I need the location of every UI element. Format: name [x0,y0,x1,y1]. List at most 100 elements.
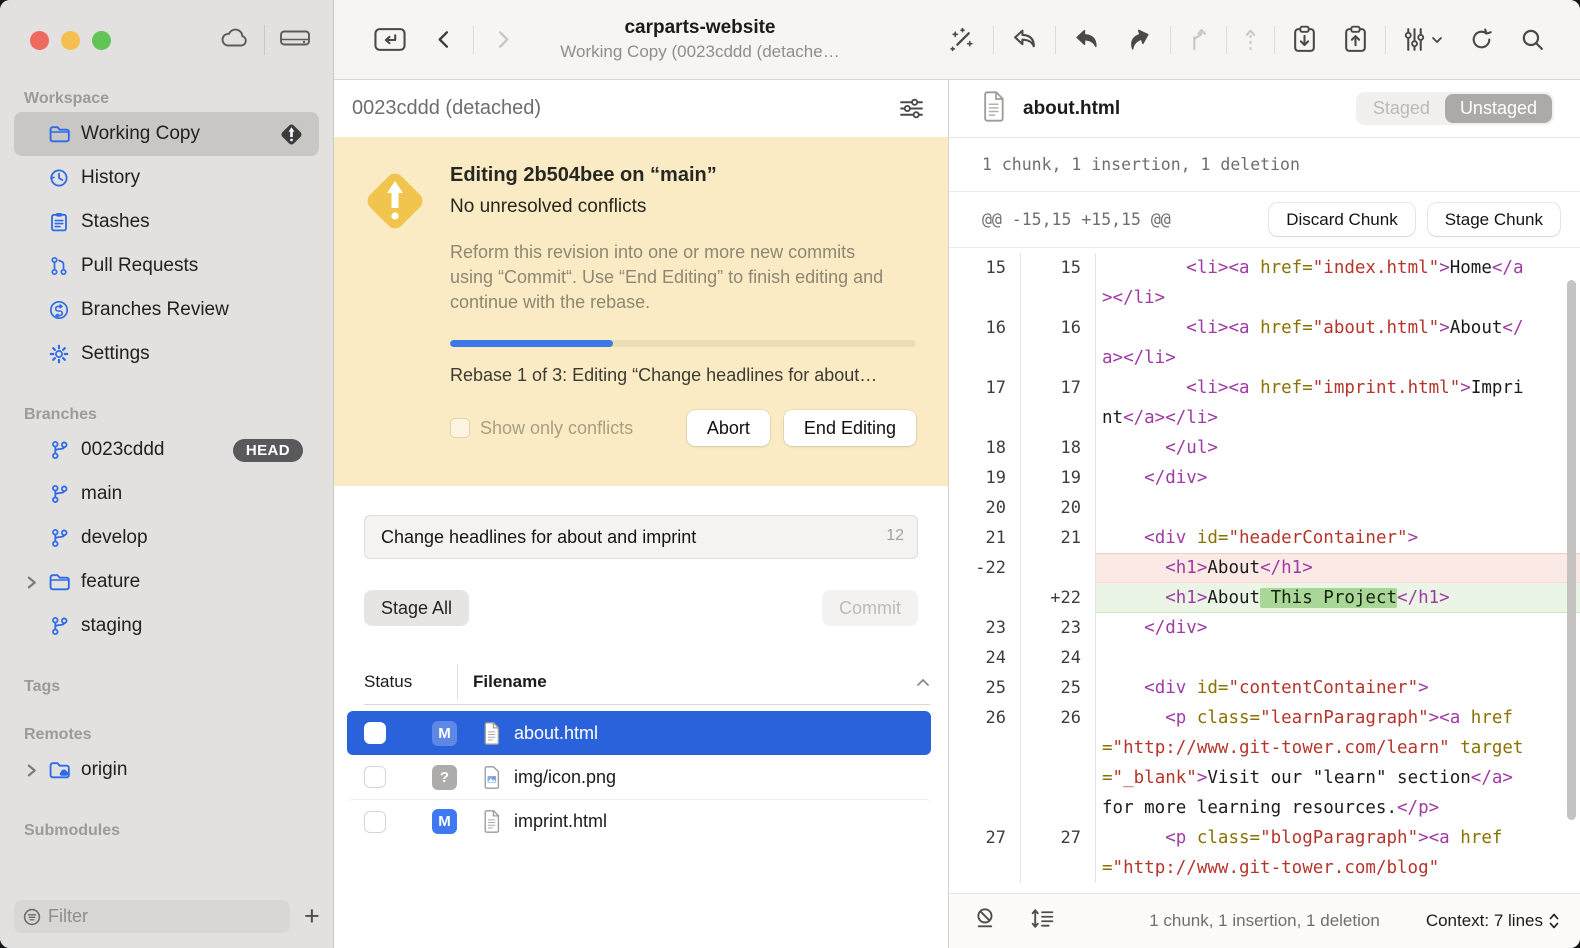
view-options-icon[interactable] [1390,26,1456,53]
chevron-right-icon[interactable] [26,576,37,589]
stage-checkbox[interactable] [364,811,386,833]
show-only-conflicts-checkbox[interactable] [450,418,470,438]
stage-checkbox[interactable] [364,766,386,788]
diff-row[interactable]: 2323 </div> [949,613,1580,643]
remote-name: origin [81,759,127,781]
sort-direction-icon[interactable] [916,678,930,687]
undo-icon[interactable] [1060,26,1113,53]
stage-all-button[interactable]: Stage All [364,590,469,626]
diff-row[interactable]: 1717 <li><a href="imprint.html">Imprint<… [949,373,1580,433]
filename-column-header[interactable]: Filename [473,672,547,692]
sidebar-item-branch-staging[interactable]: staging [14,604,319,648]
magic-wand-icon[interactable] [936,26,989,53]
cloud-services-icon[interactable] [218,27,250,54]
diff-row[interactable]: 2121 <div id="headerContainer"> [949,523,1580,553]
stage-chunk-button[interactable]: Stage Chunk [1428,203,1560,236]
main-area: carparts-website Working Copy (0023cddd … [334,0,1580,948]
close-window-button[interactable] [30,31,49,50]
forward-icon[interactable] [478,28,527,51]
rebase-warning-badge-icon [278,121,305,148]
diff-row[interactable]: -22 <h1>About</h1> [949,553,1580,583]
warning-diamond-icon [358,164,432,486]
old-line-number: 19 [949,463,1021,493]
working-copy-panel: 0023cddd (detached) Editing 2b504bee on … [334,80,949,948]
local-repositories-icon[interactable] [279,27,311,54]
old-line-number [949,583,1021,613]
new-line-number: 24 [1021,643,1096,673]
search-icon[interactable] [1507,27,1558,52]
sidebar-item-label: Working Copy [81,123,200,145]
line-spacing-icon[interactable] [1030,907,1055,935]
tab-unstaged[interactable]: Unstaged [1445,94,1552,123]
sidebar-item-pull-requests[interactable]: Pull Requests [14,244,319,288]
context-lines-control[interactable]: Context: 7 lines [1426,911,1560,931]
sidebar-item-branch-folder-feature[interactable]: feature [14,560,319,604]
folder-icon [48,573,70,591]
diff-row[interactable]: 2020 [949,493,1580,523]
new-line-number: 23 [1021,613,1096,643]
stash-icon [48,212,70,232]
diff-row[interactable]: 2525 <div id="contentContainer"> [949,673,1580,703]
image-file-icon [482,766,501,789]
sidebar-item-branch-main[interactable]: main [14,472,319,516]
end-editing-button[interactable]: End Editing [784,410,916,446]
diff-row[interactable]: 1515 <li><a href="index.html">Home</a></… [949,253,1580,313]
rebase-progress-bar [450,340,916,347]
old-line-number: 18 [949,433,1021,463]
old-line-number: -22 [949,553,1021,583]
sidebar-item-branches-review[interactable]: Branches Review [14,288,319,332]
sidebar-item-remote-origin[interactable]: origin [14,748,319,792]
diff-row[interactable]: 2626 <p class="learnParagraph"><a href="… [949,703,1580,823]
view-filter-icon[interactable] [899,98,924,119]
file-row-img-icon-png[interactable]: ? img/icon.png [347,755,931,799]
diff-row[interactable]: 2727 <p class="blogParagraph"><a href="h… [949,823,1580,883]
stash-save-icon[interactable] [1279,25,1330,54]
status-column-header[interactable]: Status [364,672,457,692]
scrollbar-thumb[interactable] [1567,280,1576,820]
old-line-number: 25 [949,673,1021,703]
filename: img/icon.png [514,767,616,788]
sidebar-item-settings[interactable]: Settings [14,332,319,376]
discard-icon[interactable] [998,26,1051,53]
filter-input[interactable] [14,900,290,933]
diff-row[interactable]: 1616 <li><a href="about.html">About</a><… [949,313,1580,373]
stash-apply-icon[interactable] [1330,25,1381,54]
fullscreen-window-button[interactable] [92,31,111,50]
divider [1226,26,1227,54]
redo-icon[interactable] [1113,26,1166,53]
old-line-number: 17 [949,373,1021,433]
repository-subtitle: Working Copy (0023cddd (detache… [545,42,855,62]
minimize-window-button[interactable] [61,31,80,50]
diff-row[interactable]: 1919 </div> [949,463,1580,493]
commit-message-input[interactable] [364,515,918,559]
file-row-about-html[interactable]: M about.html [347,711,931,755]
chevron-right-icon[interactable] [26,764,37,777]
stage-checkbox[interactable] [364,722,386,744]
file-row-imprint-html[interactable]: M imprint.html [347,799,931,843]
rebase-icon[interactable] [1231,26,1270,53]
diff-row[interactable]: +22 <h1>About This Project</h1> [949,583,1580,613]
refresh-icon[interactable] [1456,27,1507,52]
ignore-whitespace-icon[interactable] [975,907,998,935]
open-repository-icon[interactable] [360,26,420,53]
repository-title: carparts-website [545,17,855,39]
sidebar-item-branch-develop[interactable]: develop [14,516,319,560]
sidebar-item-branch-0023cddd[interactable]: 0023cddd HEAD [14,428,319,472]
old-line-number: 21 [949,523,1021,553]
sidebar-item-stashes[interactable]: Stashes [14,200,319,244]
new-line-number: 25 [1021,673,1096,703]
status-badge: M [432,721,457,746]
abort-button[interactable]: Abort [687,410,770,446]
branch-folder-name: feature [81,571,140,593]
discard-chunk-button[interactable]: Discard Chunk [1269,203,1415,236]
merge-icon[interactable] [1175,26,1222,53]
diff-panel: about.html Staged Unstaged 1 chunk, 1 in… [949,80,1580,948]
sidebar-item-history[interactable]: History [14,156,319,200]
back-icon[interactable] [420,28,469,51]
add-button[interactable]: + [300,903,324,930]
tab-staged[interactable]: Staged [1358,94,1445,123]
diff-row[interactable]: 2424 [949,643,1580,673]
diff-row[interactable]: 1818 </ul> [949,433,1580,463]
commit-button[interactable]: Commit [822,590,918,626]
sidebar-item-working-copy[interactable]: Working Copy [14,112,319,156]
